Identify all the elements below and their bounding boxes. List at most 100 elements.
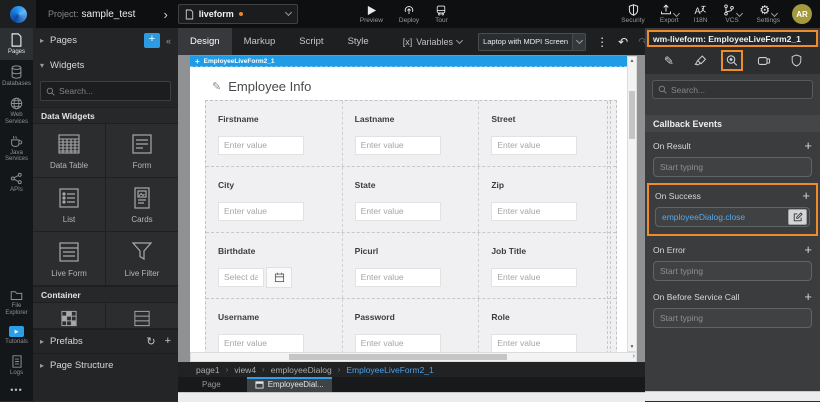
- tour-button[interactable]: Tour: [435, 5, 448, 24]
- vcs-button[interactable]: VCS: [723, 4, 742, 24]
- export-button[interactable]: Export: [660, 4, 679, 24]
- form-title[interactable]: ✎ Employee Info: [212, 79, 627, 94]
- scroll-up-icon[interactable]: ▲: [628, 58, 636, 64]
- tab-script[interactable]: Script: [287, 28, 335, 55]
- vertical-scroll-thumb[interactable]: [629, 91, 635, 139]
- device-selector-dropdown[interactable]: Laptop with MDPI Screen: [478, 33, 586, 51]
- widget-search-input[interactable]: [59, 86, 159, 96]
- property-search[interactable]: [652, 80, 813, 99]
- widgets-section-header[interactable]: ▾ Widgets: [33, 53, 178, 78]
- undo-button[interactable]: ↶: [618, 35, 628, 49]
- breadcrumb-employeeliveform[interactable]: EmployeeLiveForm2_1: [346, 365, 433, 375]
- rail-item-apis[interactable]: APIs: [0, 167, 33, 198]
- form-field-firstname[interactable]: Firstname: [206, 101, 343, 166]
- security-button[interactable]: Security: [621, 4, 644, 24]
- add-handler-icon[interactable]: +: [802, 191, 810, 201]
- tab-employee-dialog[interactable]: EmployeeDial...: [247, 377, 332, 392]
- rail-more-button[interactable]: •••: [0, 381, 33, 401]
- password-input[interactable]: [355, 334, 441, 353]
- kebab-menu-icon[interactable]: ⋮: [596, 35, 608, 49]
- form-field-username[interactable]: Username: [206, 299, 343, 352]
- city-input[interactable]: [218, 202, 304, 221]
- i18n-button[interactable]: A I18N: [694, 4, 708, 24]
- calendar-button[interactable]: [266, 267, 292, 288]
- form-field-street[interactable]: Street: [479, 101, 616, 166]
- tab-page[interactable]: Page: [194, 378, 229, 392]
- rail-item-web-services[interactable]: Web Services: [0, 92, 33, 130]
- form-field-job-title[interactable]: Job Title: [479, 233, 616, 298]
- widget-tile-panel[interactable]: [106, 303, 178, 328]
- form-field-password[interactable]: Password: [343, 299, 480, 352]
- form-field-state[interactable]: State: [343, 167, 480, 232]
- edit-handler-button[interactable]: [788, 209, 807, 225]
- lastname-input[interactable]: [355, 136, 441, 155]
- refresh-icon[interactable]: ↻: [146, 335, 155, 348]
- picurl-input[interactable]: [355, 268, 441, 287]
- live-form-widget[interactable]: Firstname Lastname Street City: [205, 100, 617, 352]
- role-input[interactable]: [491, 334, 577, 353]
- on-before-service-call-field[interactable]: [653, 308, 812, 328]
- canvas-horizontal-scrollbar[interactable]: ›: [190, 352, 637, 362]
- breadcrumb-view4[interactable]: view4: [234, 365, 256, 375]
- rail-item-tutorials[interactable]: ▶ Tutorials: [0, 321, 33, 350]
- job-title-input[interactable]: [491, 268, 577, 287]
- username-input[interactable]: [218, 334, 304, 353]
- settings-button[interactable]: ⚙ Settings: [757, 4, 781, 24]
- app-logo[interactable]: [0, 0, 36, 28]
- widget-search[interactable]: [40, 81, 171, 101]
- add-prefab-button[interactable]: +: [165, 335, 171, 348]
- widget-tile-live-form[interactable]: Live Form: [33, 232, 105, 285]
- widget-tile-cards[interactable]: Cards: [106, 178, 178, 231]
- form-field-role[interactable]: Role: [479, 299, 616, 352]
- tab-styles[interactable]: [690, 50, 712, 71]
- tab-markup[interactable]: Markup: [232, 28, 288, 55]
- collapse-panel-icon[interactable]: «: [166, 36, 171, 46]
- scroll-down-icon[interactable]: ▼: [628, 344, 636, 350]
- tab-device[interactable]: [753, 50, 775, 71]
- on-success-field[interactable]: employeeDialog.close: [655, 207, 810, 227]
- page-selector-dropdown[interactable]: liveform: [178, 4, 298, 24]
- preview-button[interactable]: Preview: [360, 5, 383, 24]
- pages-section-header[interactable]: ▸ Pages + «: [33, 28, 178, 53]
- rail-item-file-explorer[interactable]: File Explorer: [0, 284, 33, 321]
- page-structure-section-header[interactable]: ▸ Page Structure: [33, 353, 178, 377]
- horizontal-scroll-thumb[interactable]: [289, 354, 507, 360]
- street-input[interactable]: [491, 136, 577, 155]
- widget-tile-list[interactable]: List: [33, 178, 105, 231]
- on-before-service-call-input[interactable]: [660, 313, 809, 323]
- tab-style[interactable]: Style: [336, 28, 381, 55]
- user-avatar[interactable]: AR: [792, 4, 812, 24]
- on-success-value[interactable]: employeeDialog.close: [662, 212, 788, 222]
- rail-item-logs[interactable]: Logs: [0, 350, 33, 381]
- breadcrumb-employeedialog[interactable]: employeeDialog: [271, 365, 332, 375]
- rail-item-pages[interactable]: Pages: [0, 28, 33, 60]
- selected-widget-header[interactable]: + EmployeeLiveForm2_1: [190, 56, 627, 67]
- on-error-field[interactable]: [653, 261, 812, 281]
- add-handler-icon[interactable]: +: [804, 141, 812, 151]
- tab-events[interactable]: [721, 50, 743, 71]
- widget-tile-data-table[interactable]: Data Table: [33, 124, 105, 177]
- widget-tile-grid-layout[interactable]: [33, 303, 105, 328]
- zip-input[interactable]: [491, 202, 577, 221]
- scroll-right-icon[interactable]: ›: [633, 353, 635, 361]
- widget-tile-live-filter[interactable]: Live Filter: [106, 232, 178, 285]
- add-page-button[interactable]: +: [144, 33, 160, 48]
- on-error-input[interactable]: [660, 266, 809, 276]
- rail-item-java-services[interactable]: Java Services: [0, 130, 33, 168]
- prefabs-section-header[interactable]: ▸ Prefabs ↻+: [33, 329, 178, 353]
- form-field-city[interactable]: City: [206, 167, 343, 232]
- variables-button[interactable]: [x] Variables: [403, 37, 462, 47]
- form-field-picurl[interactable]: Picurl: [343, 233, 480, 298]
- property-search-input[interactable]: [671, 85, 791, 95]
- breadcrumb-page1[interactable]: page1: [196, 365, 220, 375]
- firstname-input[interactable]: [218, 136, 304, 155]
- on-result-input[interactable]: [660, 162, 809, 172]
- rail-item-databases[interactable]: Databases: [0, 60, 33, 92]
- add-handler-icon[interactable]: +: [804, 245, 812, 255]
- widget-tile-form[interactable]: Form: [106, 124, 178, 177]
- canvas-page[interactable]: + EmployeeLiveForm2_1 ✎ Employee Info Fi…: [190, 56, 627, 352]
- tab-security[interactable]: [785, 50, 807, 71]
- form-field-zip[interactable]: Zip: [479, 167, 616, 232]
- tab-design[interactable]: Design: [178, 28, 232, 55]
- state-input[interactable]: [355, 202, 441, 221]
